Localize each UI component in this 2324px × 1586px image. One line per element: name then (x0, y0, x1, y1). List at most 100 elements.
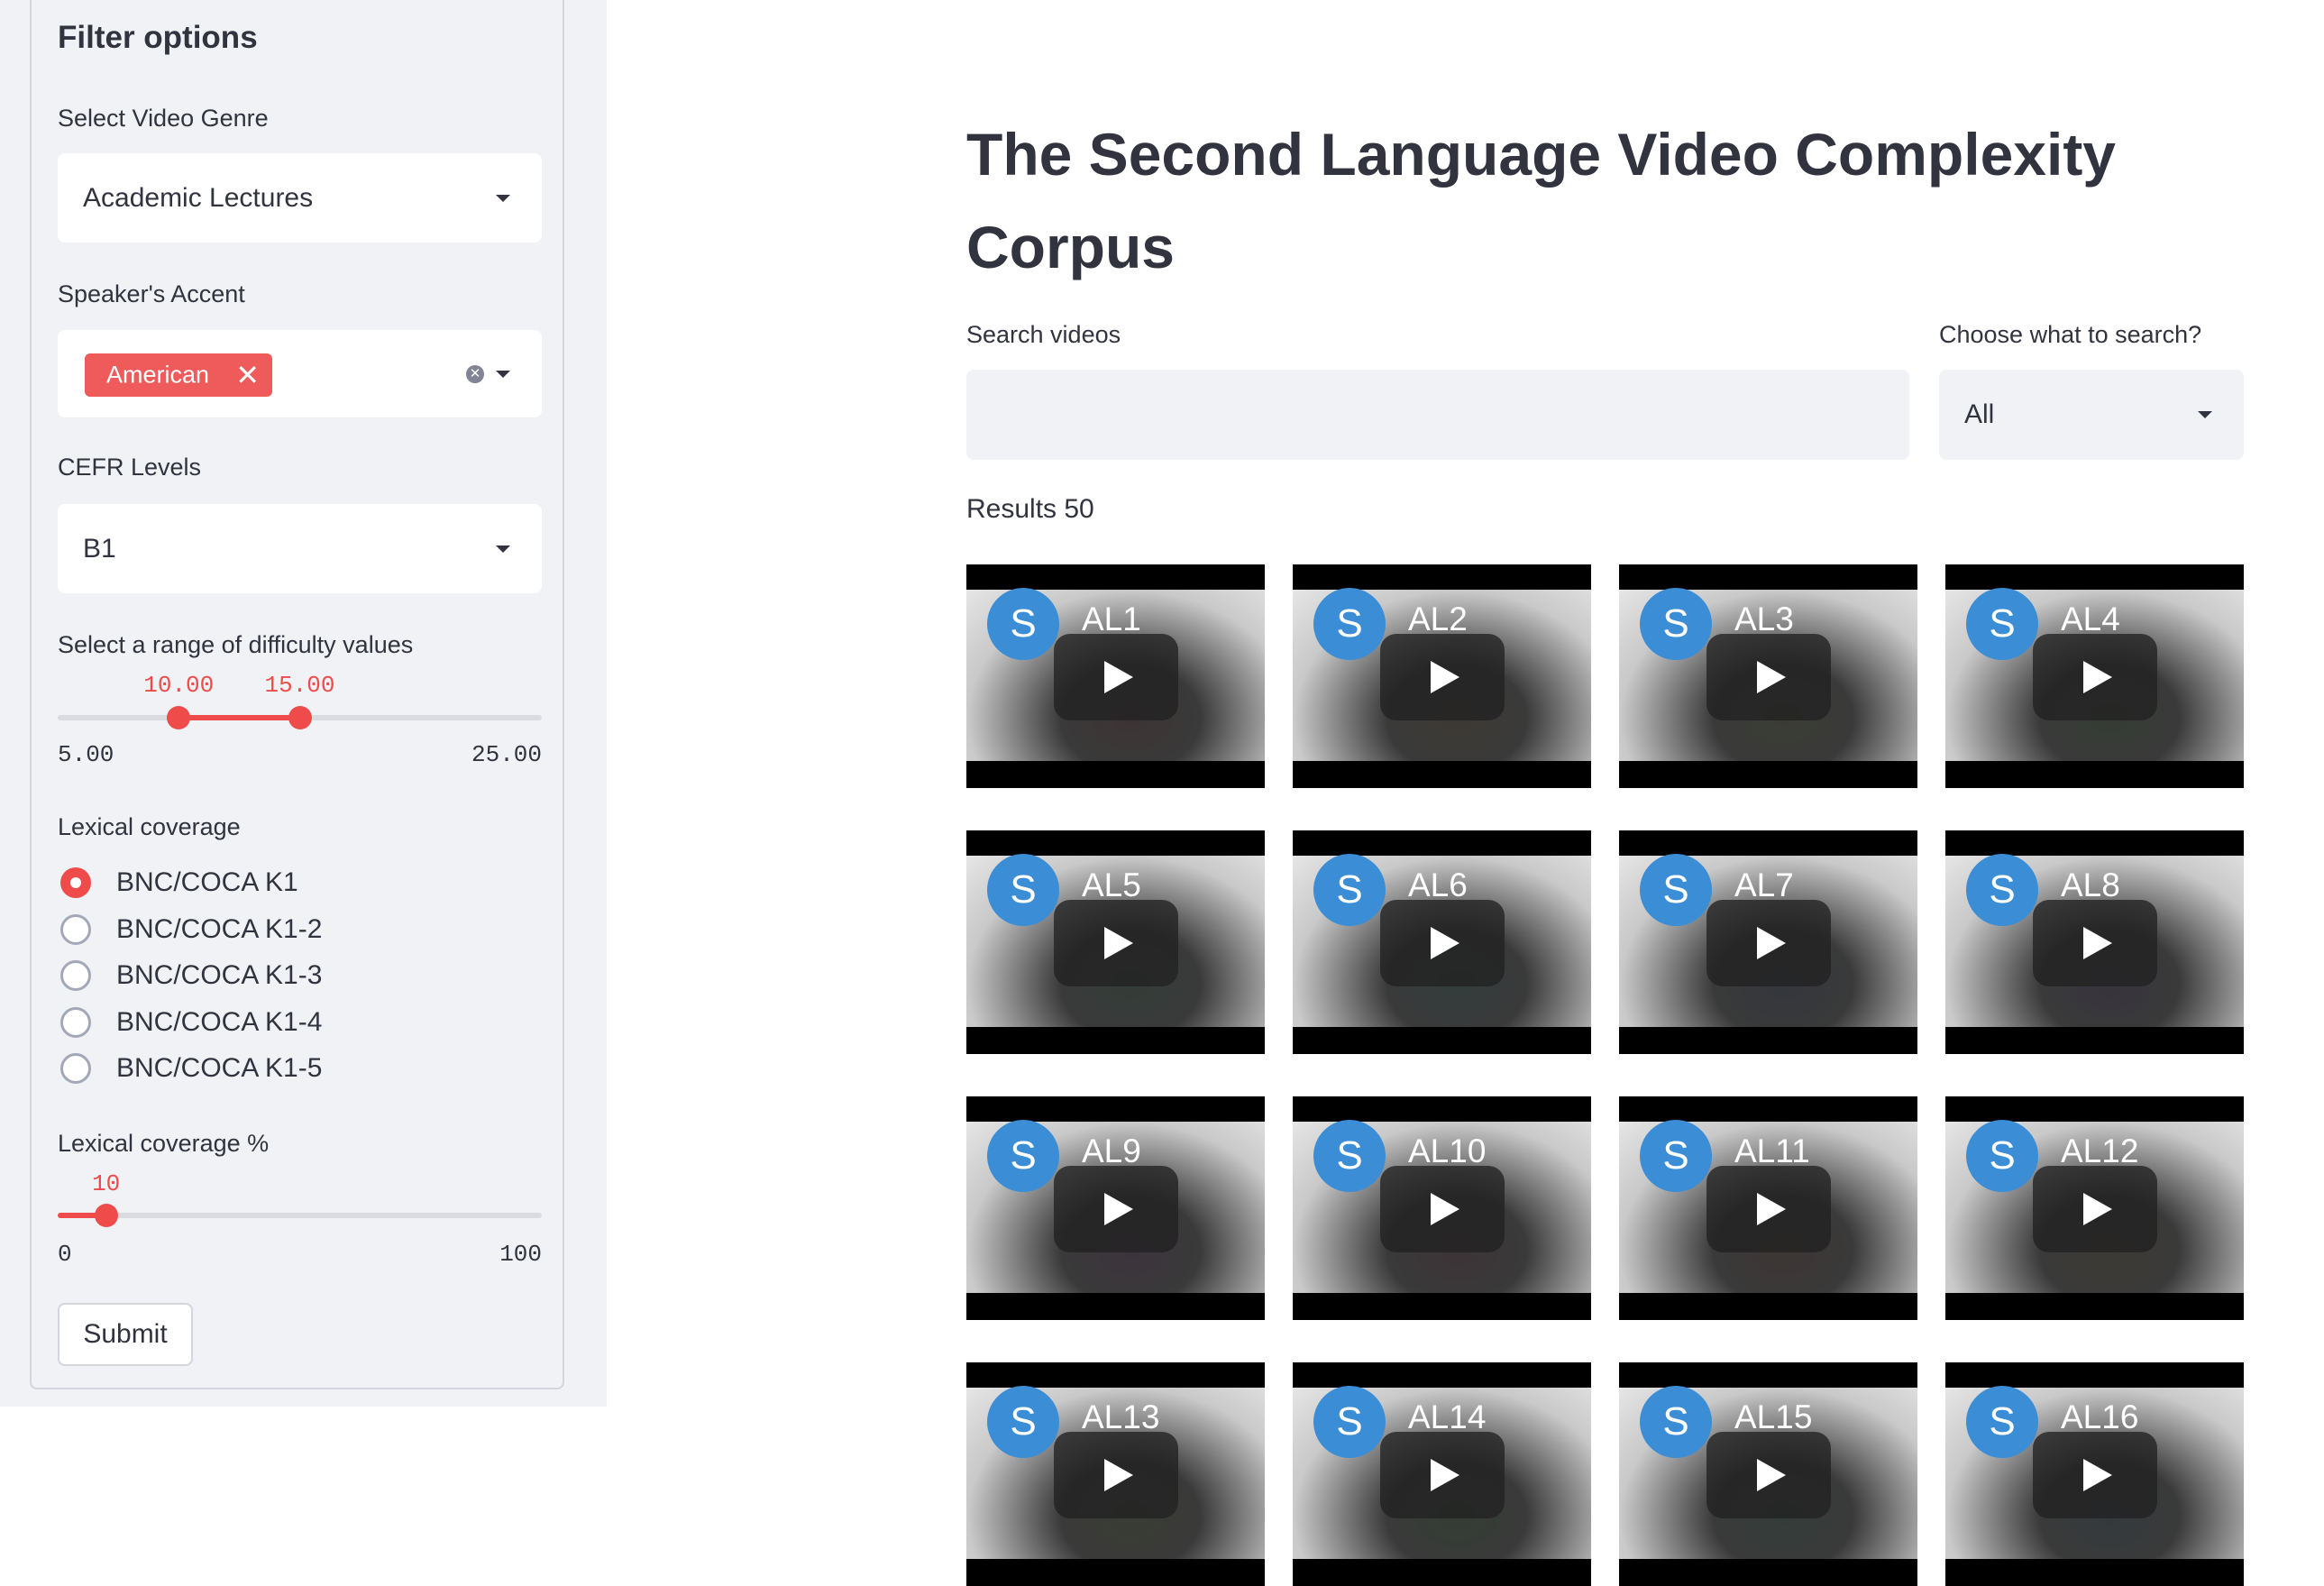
video-title[interactable]: AL1 (1082, 600, 1141, 638)
cefr-select[interactable]: B1 (58, 504, 542, 593)
sidebar-title: Filter options (58, 20, 258, 55)
channel-avatar[interactable]: S (1966, 1386, 2038, 1458)
play-icon[interactable] (1706, 634, 1831, 720)
tag-remove-icon[interactable]: ✕ (235, 361, 260, 390)
video-title[interactable]: AL8 (2061, 866, 2120, 904)
lexical-label: Lexical coverage (58, 813, 241, 840)
play-icon[interactable] (2033, 1166, 2157, 1252)
difficulty-min: 5.00 (58, 741, 114, 768)
video-title[interactable]: AL4 (2061, 600, 2120, 638)
channel-avatar[interactable]: S (1313, 1386, 1386, 1458)
scope-label: Choose what to search? (1939, 321, 2202, 348)
lexical-radio-label: BNC/COCA K1-4 (116, 1006, 323, 1037)
video-card[interactable]: S AL16 (1945, 1362, 2244, 1586)
video-card[interactable]: S AL10 (1293, 1096, 1591, 1320)
play-icon[interactable] (1706, 1432, 1831, 1518)
radio-circle-icon[interactable] (60, 1053, 91, 1084)
difficulty-slider[interactable] (58, 706, 542, 729)
video-card[interactable]: S AL6 (1293, 830, 1591, 1054)
video-title[interactable]: AL7 (1734, 866, 1794, 904)
channel-avatar[interactable]: S (1313, 1120, 1386, 1192)
video-card[interactable]: S AL9 (966, 1096, 1265, 1320)
video-title[interactable]: AL9 (1082, 1132, 1141, 1170)
accent-tag[interactable]: American ✕ (85, 353, 272, 397)
video-card[interactable]: S AL7 (1619, 830, 1917, 1054)
search-scope-select[interactable]: All (1939, 370, 2244, 460)
channel-avatar[interactable]: S (1313, 854, 1386, 926)
play-icon[interactable] (1054, 634, 1178, 720)
genre-select[interactable]: Academic Lectures (58, 153, 542, 243)
video-card[interactable]: S AL14 (1293, 1362, 1591, 1586)
play-icon[interactable] (1380, 1166, 1505, 1252)
clear-all-icon[interactable]: ✕ (466, 364, 484, 383)
video-card[interactable]: S AL12 (1945, 1096, 2244, 1320)
channel-avatar[interactable]: S (1966, 854, 2038, 926)
channel-avatar[interactable]: S (987, 1386, 1059, 1458)
radio-circle-icon[interactable] (60, 867, 91, 898)
video-title[interactable]: AL16 (2061, 1398, 2138, 1436)
video-title[interactable]: AL3 (1734, 600, 1794, 638)
accent-tag-label: American (106, 361, 210, 389)
video-title[interactable]: AL11 (1734, 1132, 1810, 1170)
play-icon[interactable] (1380, 634, 1505, 720)
chevron-down-icon[interactable] (496, 370, 510, 378)
video-card[interactable]: S AL11 (1619, 1096, 1917, 1320)
genre-label: Select Video Genre (58, 105, 269, 132)
channel-avatar[interactable]: S (1640, 1386, 1712, 1458)
video-title[interactable]: AL12 (2061, 1132, 2138, 1170)
play-icon[interactable] (2033, 1432, 2157, 1518)
play-icon[interactable] (1706, 1166, 1831, 1252)
play-icon[interactable] (1380, 900, 1505, 986)
video-card[interactable]: S AL4 (1945, 564, 2244, 788)
radio-circle-icon[interactable] (60, 1006, 91, 1038)
genre-select-value: Academic Lectures (83, 182, 314, 213)
chevron-down-icon[interactable] (2198, 411, 2212, 418)
play-icon[interactable] (2033, 634, 2157, 720)
play-icon[interactable] (1380, 1432, 1505, 1518)
channel-avatar[interactable]: S (1640, 1120, 1712, 1192)
radio-circle-icon[interactable] (60, 960, 91, 991)
video-title[interactable]: AL5 (1082, 866, 1141, 904)
channel-avatar[interactable]: S (1640, 588, 1712, 660)
lexical-radio-label: BNC/COCA K1-3 (116, 960, 323, 990)
video-card[interactable]: S AL1 (966, 564, 1265, 788)
video-card[interactable]: S AL5 (966, 830, 1265, 1054)
chevron-down-icon[interactable] (496, 194, 510, 202)
play-icon[interactable] (2033, 900, 2157, 986)
video-title[interactable]: AL13 (1082, 1398, 1159, 1436)
video-title[interactable]: AL6 (1408, 866, 1468, 904)
video-title[interactable]: AL15 (1734, 1398, 1812, 1436)
channel-avatar[interactable]: S (1966, 1120, 2038, 1192)
chevron-down-icon[interactable] (496, 545, 510, 553)
play-icon[interactable] (1054, 1166, 1178, 1252)
play-icon[interactable] (1054, 900, 1178, 986)
channel-avatar[interactable]: S (1313, 588, 1386, 660)
search-input[interactable] (966, 370, 1909, 460)
coverage-pct-slider[interactable] (58, 1204, 542, 1227)
coverage-pct-slider-handle[interactable] (94, 1204, 118, 1227)
video-title[interactable]: AL10 (1408, 1132, 1486, 1170)
video-card[interactable]: S AL8 (1945, 830, 2244, 1054)
channel-avatar[interactable]: S (987, 588, 1059, 660)
submit-button[interactable]: Submit (58, 1303, 193, 1366)
sidebar: Filter options Select Video Genre Academ… (0, 0, 607, 1407)
channel-avatar[interactable]: S (987, 854, 1059, 926)
video-card[interactable]: S AL15 (1619, 1362, 1917, 1586)
play-icon[interactable] (1054, 1432, 1178, 1518)
video-card[interactable]: S AL3 (1619, 564, 1917, 788)
search-scope-value: All (1964, 399, 1995, 429)
channel-avatar[interactable]: S (987, 1120, 1059, 1192)
video-card[interactable]: S AL13 (966, 1362, 1265, 1586)
difficulty-low-value: 10.00 (143, 672, 215, 699)
video-card[interactable]: S AL2 (1293, 564, 1591, 788)
video-title[interactable]: AL14 (1408, 1398, 1486, 1436)
video-title[interactable]: AL2 (1408, 600, 1468, 638)
difficulty-slider-fill (178, 715, 300, 720)
channel-avatar[interactable]: S (1640, 854, 1712, 926)
radio-circle-icon[interactable] (60, 913, 91, 945)
accent-multiselect[interactable]: American ✕ ✕ (58, 330, 542, 417)
play-icon[interactable] (1706, 900, 1831, 986)
channel-avatar[interactable]: S (1966, 588, 2038, 660)
difficulty-slider-high-handle[interactable] (288, 706, 312, 729)
lexical-radio-label: BNC/COCA K1 (116, 867, 298, 897)
